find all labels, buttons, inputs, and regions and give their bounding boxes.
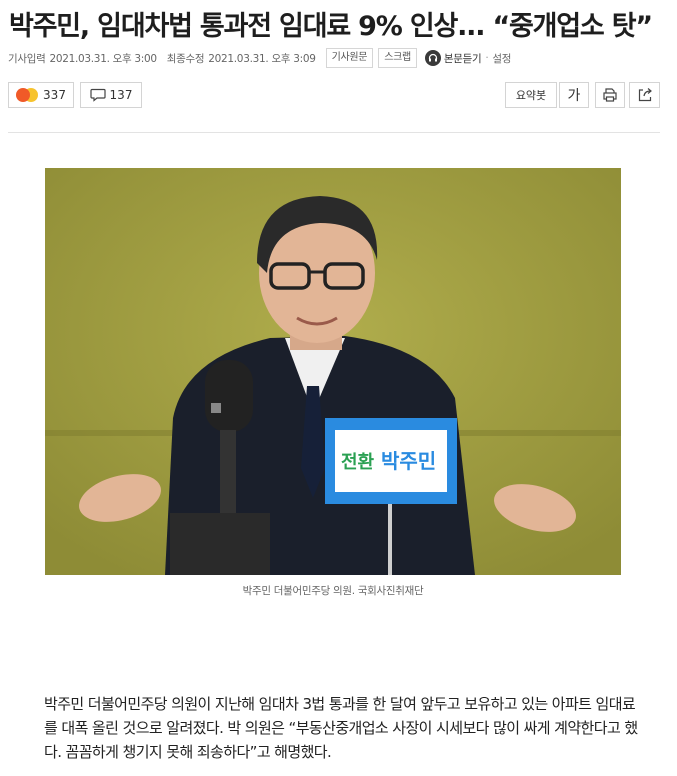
reaction-button[interactable]: 337 [8,82,74,108]
comment-button[interactable]: 137 [80,82,142,108]
angry-emoji-icon [16,88,31,102]
print-button[interactable] [595,82,625,108]
headphones-icon [424,50,441,66]
print-icon [603,88,617,102]
modified-date: 2021.03.31. 오후 3:09 [208,52,316,65]
share-icon [638,88,652,102]
listen-label: 본문듣기 [443,52,482,65]
published-date: 2021.03.31. 오후 3:00 [49,52,157,65]
listen-button[interactable]: 본문듣기 [424,50,482,66]
photo-caption: 박주민 더불어민주당 의원. 국회사진취재단 [242,585,424,597]
article-title: 박주민, 임대차법 통과전 임대료 9% 인상... “중개업소 탓” [9,11,653,42]
article-meta: 기사입력 2021.03.31. 오후 3:00 최종수정 2021.03.31… [8,48,511,68]
photo-illustration: 전환 박주민 [45,168,621,575]
comment-count: 137 [109,88,133,102]
comment-icon [89,88,106,102]
reaction-emojis [16,88,39,102]
original-article-button[interactable]: 기사원문 [325,48,374,68]
placard-text-2: 박주민 [381,450,436,473]
meta-separator: · [485,52,489,64]
share-button[interactable] [629,82,660,108]
settings-link[interactable]: 설정 [492,51,511,66]
modified-label: 최종수정 [166,52,205,65]
reaction-count: 337 [43,88,66,102]
placard-text-1: 전환 [341,451,375,472]
article-body: 박주민 더불어민주당 의원이 지난해 임대차 3법 통과를 한 달여 앞두고 보… [44,695,638,761]
summary-bot-button[interactable]: 요약봇 [505,82,557,108]
scrap-button[interactable]: 스크랩 [378,48,417,68]
published-label: 기사입력 [8,52,46,65]
article-toolbar: 337 137 요약봇 가 [8,82,660,110]
article-photo[interactable]: 전환 박주민 [45,168,621,575]
header-divider [8,132,660,133]
font-size-button[interactable]: 가 [559,82,589,108]
